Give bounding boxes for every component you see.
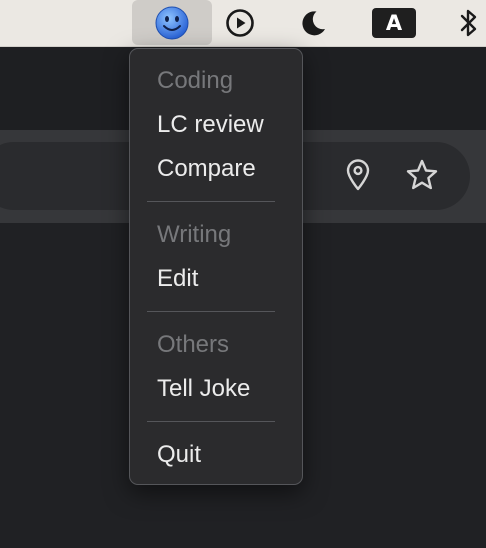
menu-item-lc-review[interactable]: LC review [157,110,264,140]
macos-menu-bar: A [0,0,486,47]
play-circle-icon [226,9,254,37]
menu-separator [147,311,275,312]
smiley-app-menu-button[interactable] [132,0,212,45]
input-source-button[interactable]: A [370,0,418,46]
location-button[interactable] [340,157,376,193]
menu-item-edit[interactable]: Edit [157,264,198,294]
input-source-badge: A [372,8,416,38]
menu-item-quit[interactable]: Quit [157,440,201,470]
location-pin-icon [346,159,370,191]
menu-header-writing: Writing [157,221,232,248]
star-icon [406,159,438,190]
bluetooth-icon [460,9,477,37]
play-button[interactable] [220,0,260,46]
app-dropdown-menu: Coding LC review Compare Writing Edit Ot… [129,48,303,485]
menu-separator [147,421,275,422]
moon-icon [302,11,325,36]
screen: A Coding LC review Compare Writing Edit … [0,0,486,548]
smiley-face-icon [155,6,189,39]
appearance-button[interactable] [293,0,333,46]
menu-item-tell-joke[interactable]: Tell Joke [157,374,250,404]
menu-separator [147,201,275,202]
bookmark-button[interactable] [404,157,440,193]
menu-header-others: Others [157,331,230,358]
bluetooth-button[interactable] [452,0,486,46]
menu-header-coding: Coding [157,67,234,94]
menu-item-compare[interactable]: Compare [157,154,256,184]
